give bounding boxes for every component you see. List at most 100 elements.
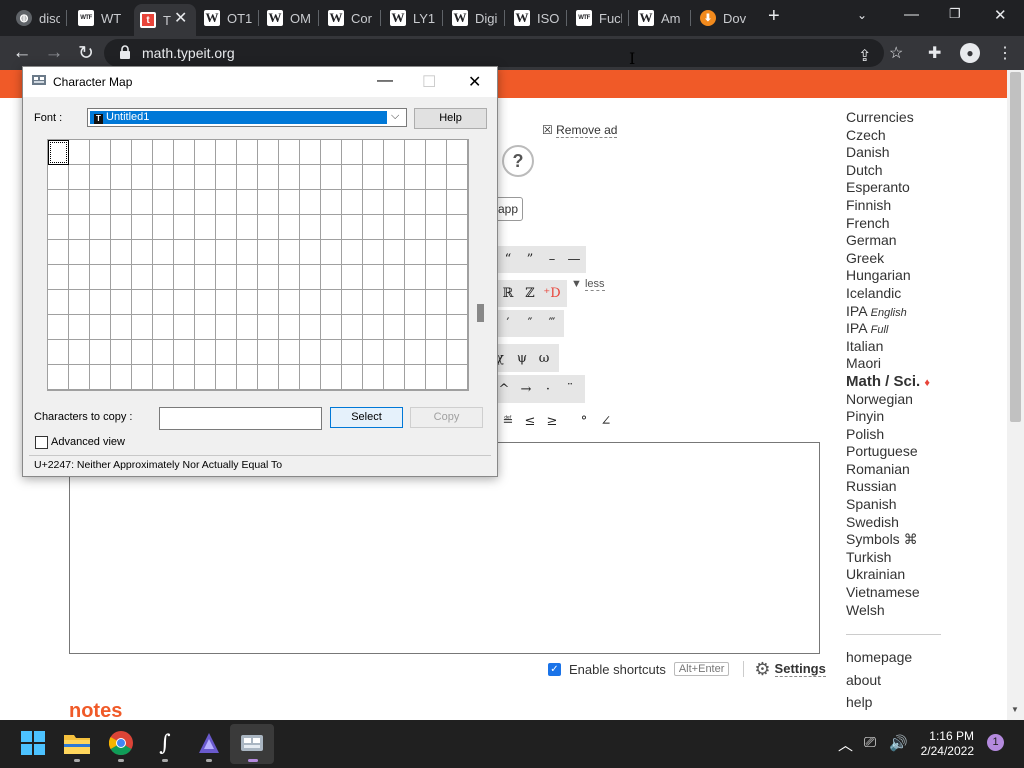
character-map-taskbar-icon[interactable]	[239, 730, 265, 756]
character-cell[interactable]	[174, 365, 195, 390]
character-cell[interactable]	[321, 340, 342, 365]
language-link[interactable]: Czech	[846, 127, 986, 145]
footer-link[interactable]: help	[846, 693, 912, 716]
grid-scrollbar-thumb[interactable]	[477, 304, 484, 322]
character-cell[interactable]	[405, 140, 426, 165]
characters-to-copy-input[interactable]	[159, 407, 322, 430]
character-cell[interactable]	[363, 315, 384, 340]
symbol-button[interactable]: °	[573, 414, 595, 429]
tab-wiki-iso[interactable]: W ISO	[514, 6, 560, 30]
language-link[interactable]: Swedish	[846, 514, 986, 532]
character-cell[interactable]	[69, 215, 90, 240]
language-link[interactable]: Italian	[846, 338, 986, 356]
character-cell[interactable]	[363, 190, 384, 215]
character-cell[interactable]	[258, 240, 279, 265]
character-cell[interactable]	[447, 190, 468, 215]
character-cell[interactable]	[153, 290, 174, 315]
language-link[interactable]: Hungarian	[846, 267, 986, 285]
character-cell[interactable]	[237, 190, 258, 215]
language-link[interactable]: Math / Sci. ♦	[846, 373, 986, 391]
chevron-up-icon[interactable]: ︿	[838, 734, 853, 755]
character-cell[interactable]	[363, 240, 384, 265]
character-cell[interactable]	[342, 190, 363, 215]
character-cell[interactable]	[300, 365, 321, 390]
language-link[interactable]: Esperanto	[846, 179, 986, 197]
character-cell[interactable]	[153, 340, 174, 365]
character-cell[interactable]	[279, 365, 300, 390]
character-cell[interactable]	[174, 315, 195, 340]
tab-wiki-am[interactable]: W Am	[638, 6, 684, 30]
character-cell[interactable]	[321, 315, 342, 340]
character-cell[interactable]	[279, 265, 300, 290]
character-cell[interactable]	[48, 190, 69, 215]
character-cell[interactable]	[174, 340, 195, 365]
charmap-titlebar[interactable]: Character Map — ☐ ✕	[23, 67, 497, 97]
language-link[interactable]: Finnish	[846, 197, 986, 215]
character-cell[interactable]	[216, 265, 237, 290]
symbol-button[interactable]: ≤	[519, 414, 541, 429]
character-cell[interactable]	[216, 165, 237, 190]
restore-icon[interactable]: ❐	[949, 6, 961, 22]
character-cell[interactable]	[195, 165, 216, 190]
back-icon[interactable]: ←	[11, 42, 33, 64]
footer-link[interactable]: about	[846, 671, 912, 694]
language-link[interactable]: Vietnamese	[846, 584, 986, 602]
character-cell[interactable]	[153, 265, 174, 290]
chrome-icon[interactable]	[108, 730, 134, 756]
character-cell[interactable]	[237, 215, 258, 240]
footer-link[interactable]: homepage	[846, 648, 912, 671]
language-link[interactable]: Spanish	[846, 496, 986, 514]
character-cell[interactable]	[279, 240, 300, 265]
remove-ad-link[interactable]: ☒ Remove ad	[542, 123, 618, 138]
network-icon[interactable]: ⎚	[864, 734, 876, 751]
character-cell[interactable]	[48, 365, 69, 390]
tab-disc[interactable]: ◍ disc	[16, 6, 60, 30]
character-cell[interactable]	[342, 265, 363, 290]
character-cell[interactable]	[216, 315, 237, 340]
character-cell[interactable]	[426, 240, 447, 265]
tab-search-icon[interactable]: ⌄	[857, 8, 867, 22]
character-cell[interactable]	[405, 240, 426, 265]
character-cell[interactable]	[153, 240, 174, 265]
character-cell[interactable]	[237, 315, 258, 340]
character-cell[interactable]	[447, 140, 468, 165]
integral-app-icon[interactable]: ∫	[152, 730, 178, 756]
character-cell[interactable]	[258, 290, 279, 315]
character-cell[interactable]	[90, 190, 111, 215]
character-cell[interactable]	[237, 240, 258, 265]
character-cell[interactable]	[405, 290, 426, 315]
help-button[interactable]: Help	[414, 108, 487, 129]
character-cell[interactable]	[426, 140, 447, 165]
character-cell[interactable]	[48, 140, 69, 165]
gear-icon[interactable]: ⚙	[754, 659, 770, 680]
character-cell[interactable]	[90, 265, 111, 290]
character-cell[interactable]	[237, 140, 258, 165]
character-cell[interactable]	[48, 265, 69, 290]
character-cell[interactable]	[363, 140, 384, 165]
character-cell[interactable]	[384, 190, 405, 215]
character-cell[interactable]	[300, 340, 321, 365]
language-link[interactable]: Welsh	[846, 602, 986, 620]
tab-wiki-ot1[interactable]: W OT1	[204, 6, 252, 30]
character-cell[interactable]	[384, 290, 405, 315]
character-cell[interactable]	[132, 365, 153, 390]
character-cell[interactable]	[111, 315, 132, 340]
character-cell[interactable]	[69, 265, 90, 290]
character-cell[interactable]	[300, 140, 321, 165]
character-cell[interactable]	[447, 265, 468, 290]
character-cell[interactable]	[384, 215, 405, 240]
character-cell[interactable]	[447, 240, 468, 265]
share-icon[interactable]: ⇪	[858, 46, 871, 66]
character-cell[interactable]	[258, 365, 279, 390]
character-cell[interactable]	[90, 340, 111, 365]
character-cell[interactable]	[132, 215, 153, 240]
character-cell[interactable]	[279, 190, 300, 215]
character-cell[interactable]	[363, 365, 384, 390]
character-cell[interactable]	[426, 165, 447, 190]
clock[interactable]: 1:16 PM 2/24/2022	[914, 729, 974, 759]
character-cell[interactable]	[195, 315, 216, 340]
character-cell[interactable]	[447, 365, 468, 390]
character-cell[interactable]	[111, 165, 132, 190]
character-cell[interactable]	[258, 340, 279, 365]
symbol-button[interactable]: “	[497, 252, 519, 267]
